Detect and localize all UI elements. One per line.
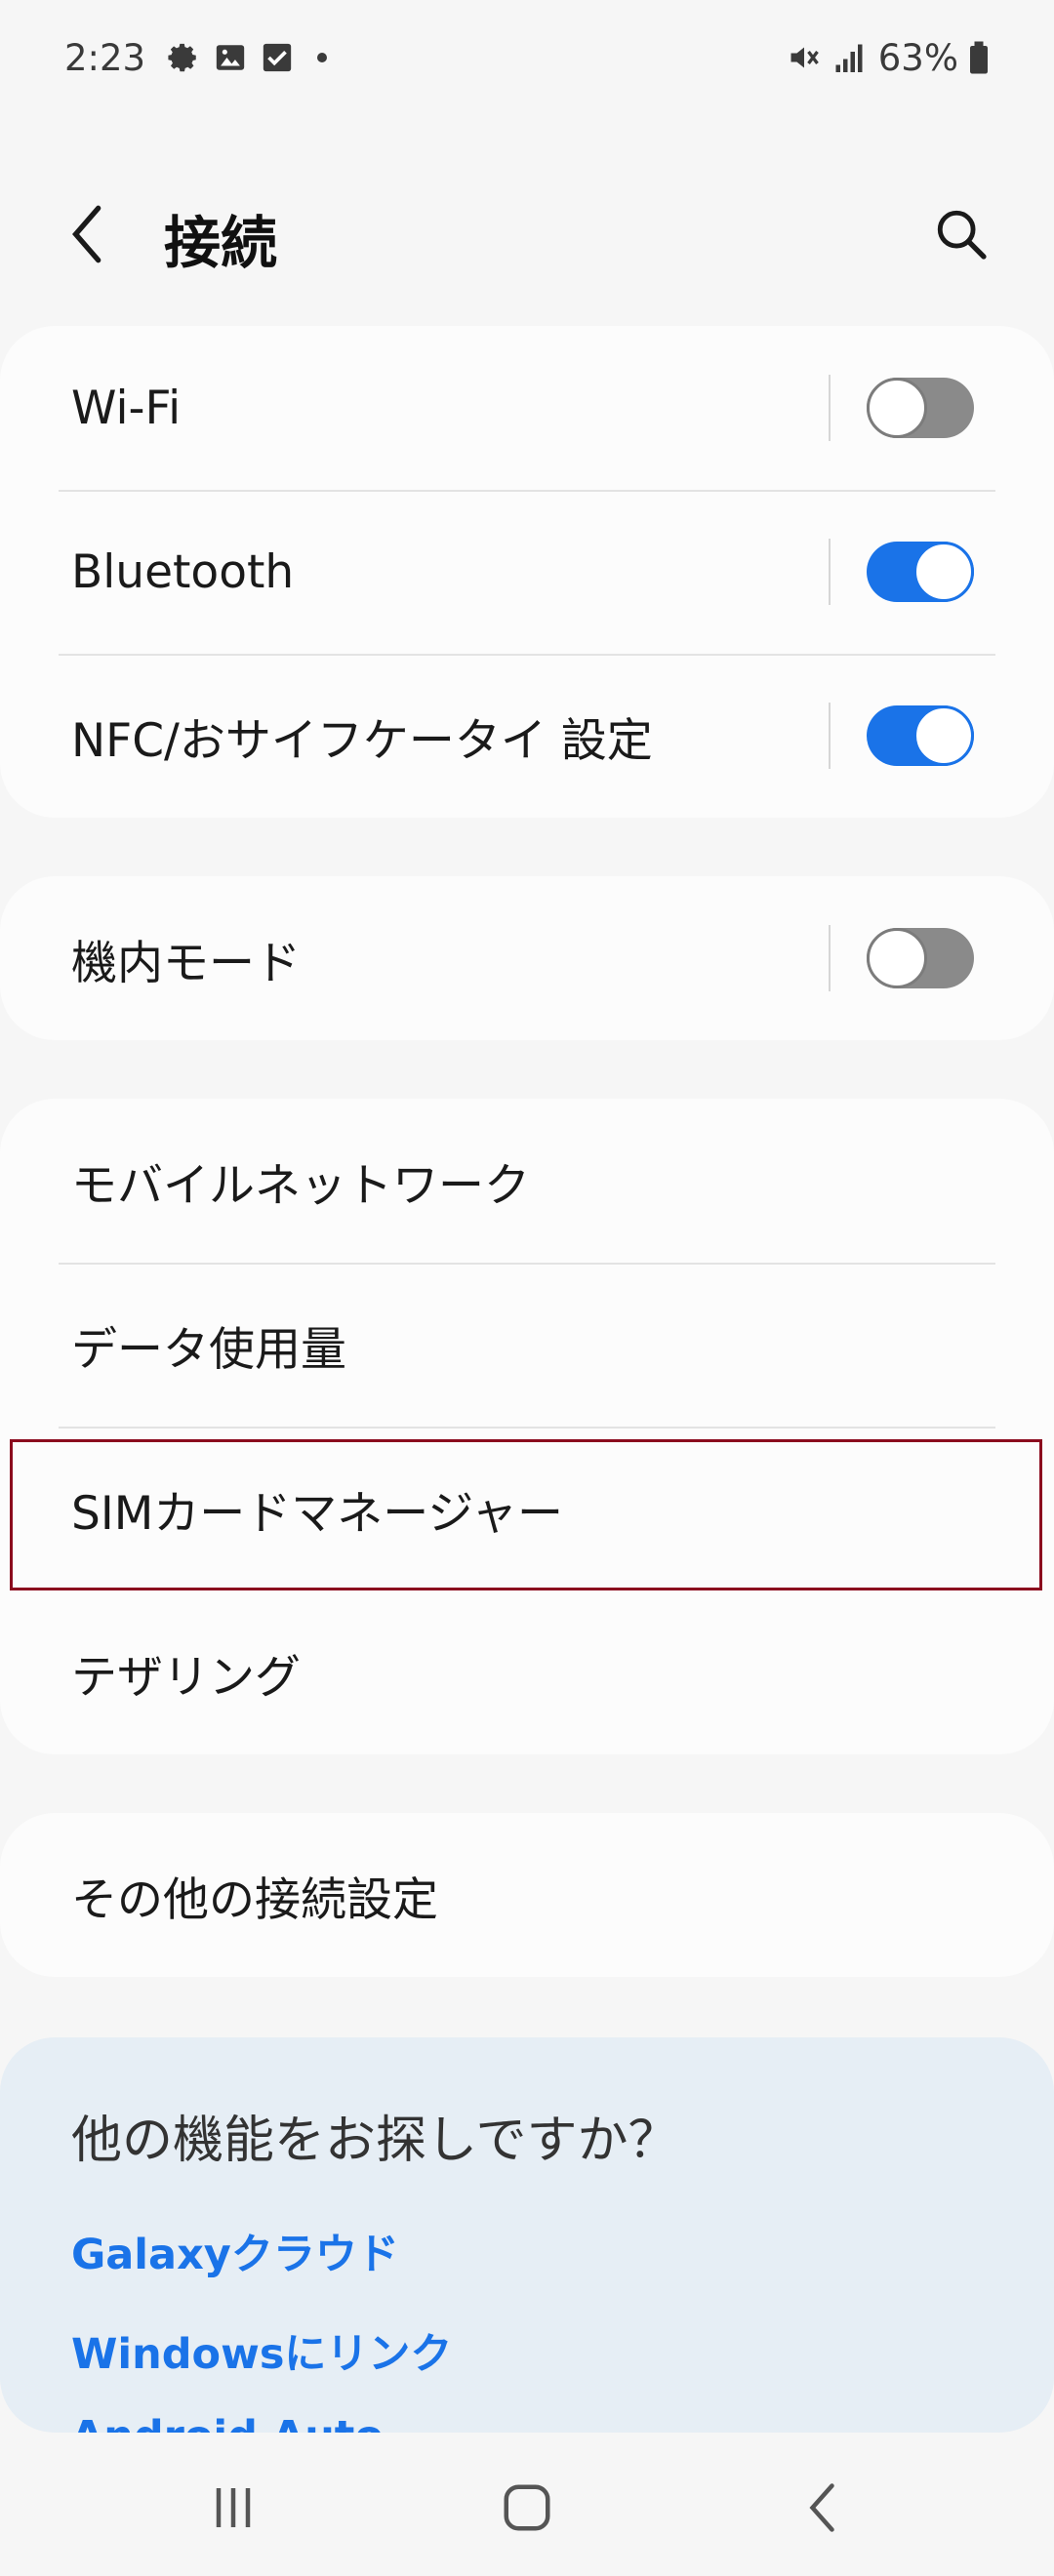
more-settings-label: その他の接続設定 <box>71 1872 438 1927</box>
airplane-card: 機内モード <box>0 876 1054 1040</box>
airplane-mode-toggle[interactable] <box>867 928 974 988</box>
settings-screen: 2:23 63% 接続 Wi-Fi Bluetooth NFC/おサイフケータイ… <box>0 0 1054 2576</box>
wifi-row[interactable]: Wi-Fi <box>0 326 1054 490</box>
suggestions-card: 他の機能をお探しですか？ Galaxyクラウド Windowsにリンク Andr… <box>0 2037 1054 2433</box>
airplane-mode-label: 機内モード <box>71 936 301 990</box>
image-icon <box>214 41 247 74</box>
gear-icon <box>167 41 200 74</box>
network-card: モバイルネットワーク データ使用量 SIMカードマネージャー テザリング <box>0 1099 1054 1754</box>
battery-percent: 63% <box>877 36 958 79</box>
mute-vibrate-icon <box>787 40 822 75</box>
mobile-network-label: モバイルネットワーク <box>71 1158 530 1213</box>
bluetooth-row[interactable]: Bluetooth <box>0 490 1054 654</box>
recent-apps-icon[interactable] <box>189 2474 277 2542</box>
mobile-network-row[interactable]: モバイルネットワーク <box>0 1099 1054 1263</box>
bluetooth-toggle[interactable] <box>867 542 974 602</box>
divider-vertical <box>829 539 831 605</box>
toggle-knob <box>913 542 974 602</box>
toggle-knob <box>867 928 927 988</box>
link-windows[interactable]: Windowsにリンク <box>71 2320 452 2381</box>
toggle-knob <box>867 378 927 438</box>
checkbox-icon <box>261 41 294 74</box>
more-settings-card: その他の接続設定 <box>0 1813 1054 1977</box>
status-right: 63% <box>777 37 990 79</box>
status-left: 2:23 <box>64 37 350 79</box>
sim-manager-row[interactable]: SIMカードマネージャー <box>0 1427 1054 1590</box>
status-time: 2:23 <box>64 36 146 79</box>
airplane-mode-row[interactable]: 機内モード <box>0 876 1054 1040</box>
status-bar: 2:23 63% <box>0 0 1054 115</box>
connectivity-card: Wi-Fi Bluetooth NFC/おサイフケータイ 設定 <box>0 326 1054 818</box>
chevron-left-icon[interactable] <box>59 199 117 269</box>
divider-vertical <box>829 703 831 769</box>
signal-icon <box>831 40 867 75</box>
toggle-knob <box>913 705 974 766</box>
bluetooth-label: Bluetooth <box>71 544 295 599</box>
divider-vertical <box>829 925 831 991</box>
home-icon[interactable] <box>483 2474 571 2542</box>
page-title: 接続 <box>164 210 278 276</box>
more-settings-row[interactable]: その他の接続設定 <box>0 1813 1054 1977</box>
suggestions-title: 他の機能をお探しですか？ <box>71 2112 679 2170</box>
data-usage-label: データ使用量 <box>71 1322 346 1377</box>
link-galaxy-cloud[interactable]: Galaxyクラウド <box>71 2221 399 2281</box>
data-usage-row[interactable]: データ使用量 <box>0 1263 1054 1427</box>
divider-vertical <box>829 375 831 441</box>
dot-icon <box>307 41 337 74</box>
app-bar: 接続 <box>0 166 1054 302</box>
battery-icon <box>968 40 990 75</box>
wifi-toggle[interactable] <box>867 378 974 438</box>
navigation-bar <box>0 2435 1054 2576</box>
wifi-label: Wi-Fi <box>71 381 182 435</box>
nfc-toggle[interactable] <box>867 705 974 766</box>
nfc-label: NFC/おサイフケータイ 設定 <box>71 713 653 768</box>
tethering-label: テザリング <box>71 1650 301 1705</box>
nfc-row[interactable]: NFC/おサイフケータイ 設定 <box>0 654 1054 818</box>
sim-manager-label: SIMカードマネージャー <box>71 1486 563 1541</box>
tethering-row[interactable]: テザリング <box>0 1590 1054 1754</box>
back-icon[interactable] <box>781 2474 869 2542</box>
link-android-auto[interactable]: Android Auto <box>71 2412 384 2433</box>
search-icon[interactable] <box>927 199 995 269</box>
